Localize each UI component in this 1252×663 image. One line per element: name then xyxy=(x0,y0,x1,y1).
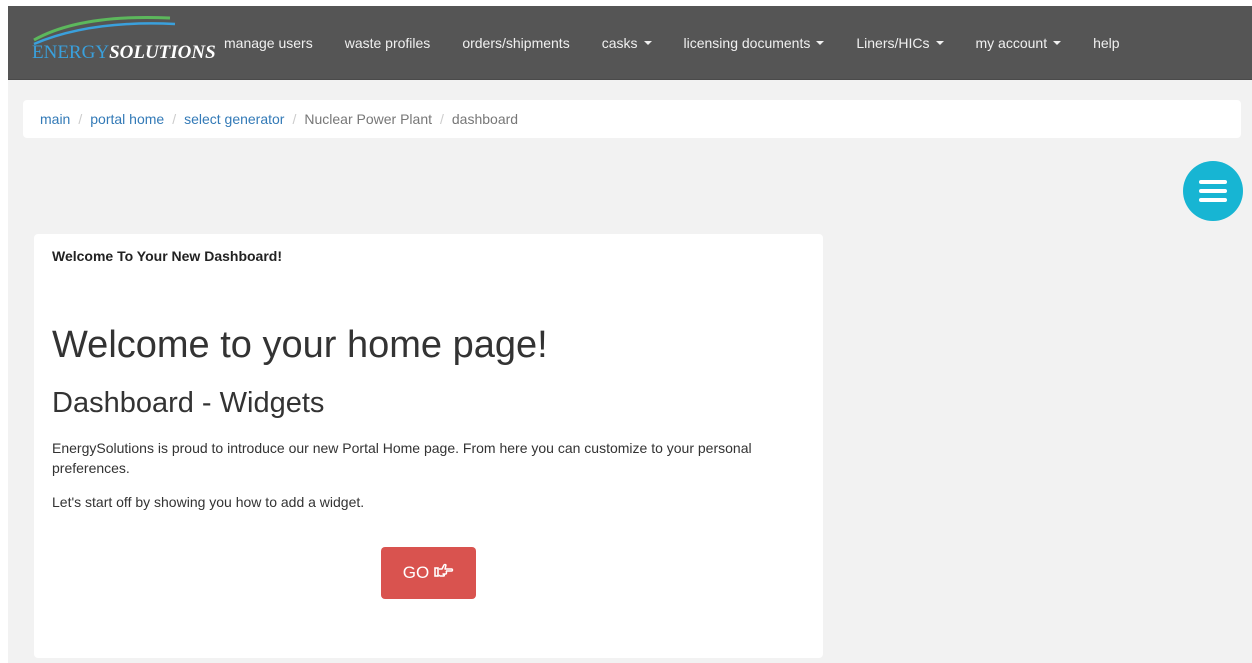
breadcrumb-separator: / xyxy=(172,111,177,127)
breadcrumb-separator: / xyxy=(440,111,444,127)
brand-name: ENERGYSOLUTIONS xyxy=(32,43,216,62)
brand-name-part2: SOLUTIONS xyxy=(109,42,216,63)
intro-paragraph: EnergySolutions is proud to introduce ou… xyxy=(52,440,752,476)
panel-heading: Welcome To Your New Dashboard! xyxy=(52,248,283,264)
nav-item-label: casks xyxy=(601,34,638,51)
caret-down-icon xyxy=(1053,40,1062,45)
nav-item-licensing-documents[interactable]: licensing documents xyxy=(668,6,841,79)
hand-pointer-right-icon xyxy=(434,563,454,584)
nav-item-help[interactable]: help xyxy=(1077,6,1135,79)
nav-item-label: my account xyxy=(975,34,1048,51)
breadcrumb-main[interactable]: main xyxy=(40,111,70,127)
nav-item-label: licensing documents xyxy=(683,34,811,51)
nav-item-label: waste profiles xyxy=(344,34,431,51)
nav-item-label: manage users xyxy=(224,34,313,51)
caret-down-icon xyxy=(643,40,652,45)
breadcrumb-select-generator[interactable]: select generator xyxy=(184,111,284,127)
section-subtitle: Dashboard - Widgets xyxy=(52,387,325,419)
welcome-panel: Welcome To Your New Dashboard! Welcome t… xyxy=(34,234,823,658)
caret-down-icon xyxy=(935,40,944,45)
brand-logo[interactable]: ENERGYSOLUTIONS xyxy=(20,6,216,79)
breadcrumb-separator: / xyxy=(78,111,83,127)
nav-item-casks[interactable]: casks xyxy=(586,6,668,79)
brand-name-part1: ENERGY xyxy=(32,42,110,63)
go-button-label: GO xyxy=(402,563,430,582)
caret-down-icon xyxy=(816,40,825,45)
nav-item-label: help xyxy=(1093,34,1120,51)
breadcrumb: main / portal home / select generator / … xyxy=(23,100,1241,138)
nav-item-label: Liners/HICs xyxy=(856,34,930,51)
hamburger-icon-bar xyxy=(1199,189,1227,193)
breadcrumb-dashboard: dashboard xyxy=(451,111,519,127)
go-button[interactable]: GO xyxy=(381,547,476,599)
nav-item-label: orders/shipments xyxy=(462,34,570,51)
breadcrumb-portal-home[interactable]: portal home xyxy=(90,111,164,127)
hamburger-icon-bar xyxy=(1199,198,1227,202)
breadcrumb-generator: Nuclear Power Plant xyxy=(304,111,432,127)
breadcrumb-separator: / xyxy=(292,111,297,127)
dashboard-menu-button[interactable] xyxy=(1183,161,1243,221)
nav-item-my-account[interactable]: my account xyxy=(960,6,1078,79)
nav-item-liners-hics[interactable]: Liners/HICs xyxy=(840,6,959,79)
nav-item-waste-profiles[interactable]: waste profiles xyxy=(329,6,447,79)
nav-menu: manage users waste profiles orders/shipm… xyxy=(208,6,1136,79)
top-navbar: ENERGYSOLUTIONS manage users waste profi… xyxy=(8,6,1252,80)
nav-item-manage-users[interactable]: manage users xyxy=(208,6,329,79)
page-frame: ENERGYSOLUTIONS manage users waste profi… xyxy=(8,6,1252,663)
page-title: Welcome to your home page! xyxy=(52,324,548,366)
hamburger-icon xyxy=(1199,180,1227,184)
instruction-paragraph: Let's start off by showing you how to ad… xyxy=(52,494,365,510)
nav-item-orders-shipments[interactable]: orders/shipments xyxy=(446,6,585,79)
